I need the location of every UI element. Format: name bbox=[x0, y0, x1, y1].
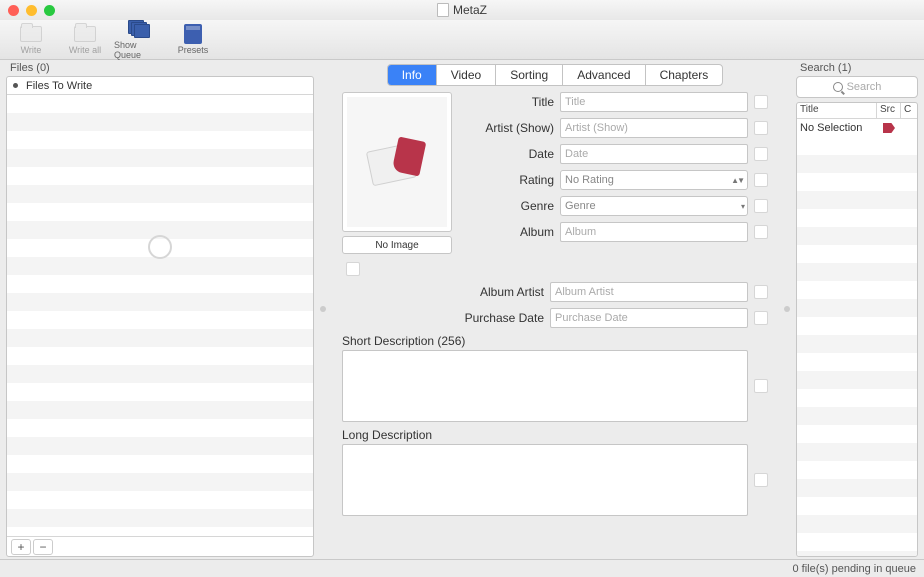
title-checkbox[interactable] bbox=[754, 95, 768, 109]
long-desc-checkbox[interactable] bbox=[754, 473, 768, 487]
purchase-date-input[interactable] bbox=[550, 308, 748, 328]
artist-checkbox[interactable] bbox=[754, 121, 768, 135]
splitter-left[interactable] bbox=[320, 306, 326, 312]
status-bar: 0 file(s) pending in queue bbox=[0, 559, 924, 577]
album-checkbox[interactable] bbox=[754, 225, 768, 239]
date-checkbox[interactable] bbox=[754, 147, 768, 161]
toolbar: Write Write all Show Queue Presets bbox=[0, 20, 924, 60]
tab-video[interactable]: Video bbox=[437, 65, 496, 85]
short-desc-checkbox[interactable] bbox=[754, 379, 768, 393]
purchase-date-label: Purchase Date bbox=[342, 311, 544, 325]
results-body[interactable] bbox=[797, 137, 917, 556]
genre-select[interactable]: Genre ▾ bbox=[560, 196, 748, 216]
long-desc-label: Long Description bbox=[342, 428, 768, 442]
col-title[interactable]: Title bbox=[797, 103, 877, 118]
files-list: Files To Write + − bbox=[6, 76, 314, 557]
artist-label: Artist (Show) bbox=[464, 121, 554, 135]
add-file-button[interactable]: + bbox=[11, 539, 31, 555]
artwork-well[interactable] bbox=[342, 92, 452, 232]
result-row[interactable]: No Selection bbox=[797, 119, 917, 137]
dot-icon bbox=[13, 83, 18, 88]
rating-label: Rating bbox=[464, 173, 554, 187]
title-label: Title bbox=[464, 95, 554, 109]
album-input[interactable] bbox=[560, 222, 748, 242]
long-desc-textarea[interactable] bbox=[342, 444, 748, 516]
search-header: Search (1) bbox=[796, 60, 918, 76]
splitter-right[interactable] bbox=[784, 306, 790, 312]
album-artist-checkbox[interactable] bbox=[754, 285, 768, 299]
search-results: Title Src C No Selection bbox=[796, 102, 918, 557]
artwork-checkbox[interactable] bbox=[346, 262, 360, 276]
genre-label: Genre bbox=[464, 199, 554, 213]
date-label: Date bbox=[464, 147, 554, 161]
chevron-down-icon: ▾ bbox=[741, 202, 743, 211]
source-tag-icon bbox=[883, 123, 895, 133]
no-image-button[interactable]: No Image bbox=[342, 236, 452, 254]
presets-icon bbox=[184, 24, 202, 44]
tab-sorting[interactable]: Sorting bbox=[496, 65, 563, 85]
window-title: MetaZ bbox=[453, 3, 487, 17]
short-desc-textarea[interactable] bbox=[342, 350, 748, 422]
tab-advanced[interactable]: Advanced bbox=[563, 65, 645, 85]
col-src[interactable]: Src bbox=[877, 103, 901, 118]
files-to-write-header[interactable]: Files To Write bbox=[7, 77, 313, 95]
rating-select[interactable]: No Rating ▲▼ bbox=[560, 170, 748, 190]
title-input[interactable] bbox=[560, 92, 748, 112]
remove-file-button[interactable]: − bbox=[33, 539, 53, 555]
tab-group: Info Video Sorting Advanced Chapters bbox=[387, 64, 724, 86]
files-header: Files (0) bbox=[6, 60, 314, 76]
show-queue-button[interactable]: Show Queue bbox=[114, 19, 164, 60]
album-artist-label: Album Artist bbox=[342, 285, 544, 299]
genre-checkbox[interactable] bbox=[754, 199, 768, 213]
artwork-placeholder-icon bbox=[367, 137, 427, 187]
album-label: Album bbox=[464, 225, 554, 239]
titlebar: MetaZ bbox=[0, 0, 924, 20]
folder-icon bbox=[20, 26, 42, 42]
write-all-button[interactable]: Write all bbox=[60, 24, 110, 55]
tab-chapters[interactable]: Chapters bbox=[646, 65, 723, 85]
document-icon bbox=[437, 3, 449, 17]
search-input[interactable]: Search bbox=[796, 76, 918, 98]
artist-input[interactable] bbox=[560, 118, 748, 138]
queue-icon bbox=[128, 20, 150, 38]
rating-checkbox[interactable] bbox=[754, 173, 768, 187]
updown-icon: ▲▼ bbox=[731, 176, 743, 185]
presets-button[interactable]: Presets bbox=[168, 24, 218, 55]
purchase-date-checkbox[interactable] bbox=[754, 311, 768, 325]
short-desc-label: Short Description (256) bbox=[342, 334, 768, 348]
spinner-icon bbox=[148, 235, 172, 259]
tab-info[interactable]: Info bbox=[388, 65, 437, 85]
queue-status: 0 file(s) pending in queue bbox=[792, 563, 916, 575]
files-body[interactable] bbox=[7, 95, 313, 536]
folder-icon bbox=[74, 26, 96, 42]
write-button[interactable]: Write bbox=[6, 24, 56, 55]
album-artist-input[interactable] bbox=[550, 282, 748, 302]
search-icon bbox=[833, 82, 843, 92]
col-c[interactable]: C bbox=[901, 103, 917, 118]
date-input[interactable] bbox=[560, 144, 748, 164]
